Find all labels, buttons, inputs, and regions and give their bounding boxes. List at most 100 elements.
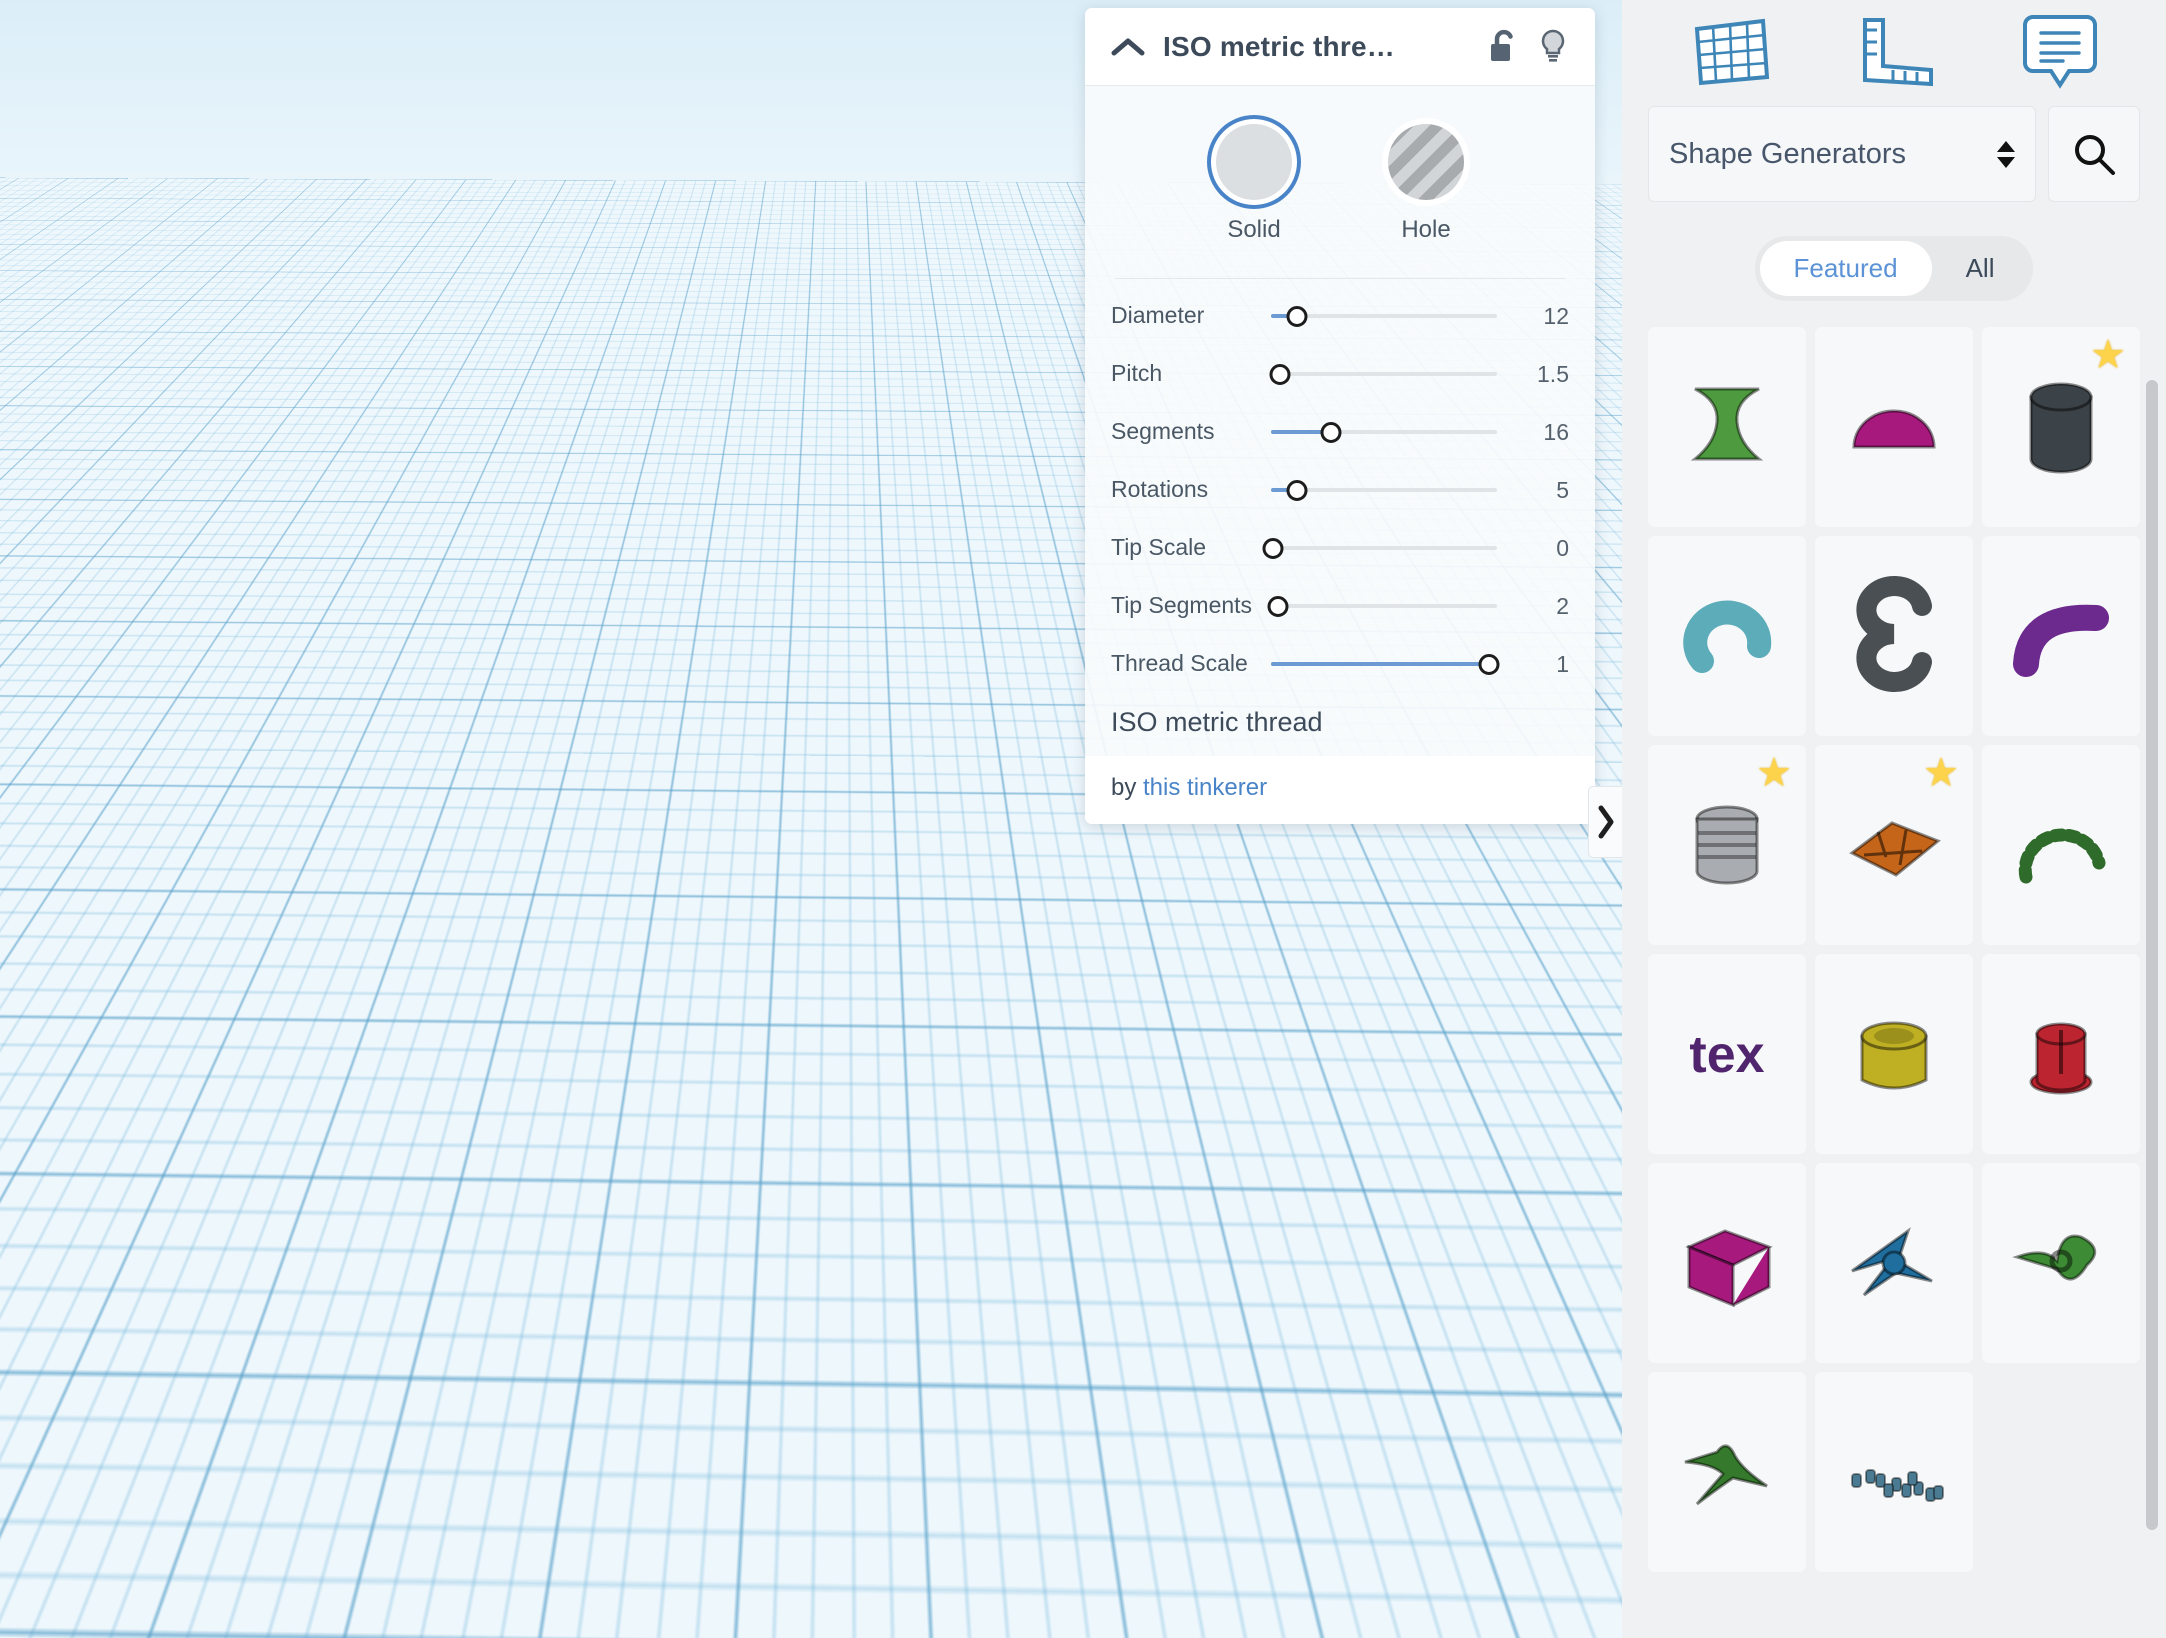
spiral-coil-shape[interactable] [1815, 536, 1973, 736]
solid-swatch [1216, 124, 1292, 200]
iso-metric-thread-model[interactable] [84, 288, 804, 968]
slider-track[interactable] [1271, 651, 1503, 677]
slider-knob[interactable] [1270, 364, 1291, 385]
dome-shape[interactable] [1815, 327, 1973, 527]
slider-list: Diameter12Pitch1.5Segments16Rotations5Ti… [1085, 287, 1595, 693]
featured-star-icon: ★ [1923, 753, 1959, 793]
propeller-3-shape[interactable] [1982, 1163, 2140, 1363]
sidebar-collapse-tab[interactable] [1588, 786, 1622, 858]
shape-properties-panel[interactable]: ISO metric thre… Solid [1085, 8, 1595, 824]
shape-generators-label: Shape Generators [1669, 138, 1997, 171]
open-box-shape[interactable] [1648, 1163, 1806, 1363]
snap-grid-value: 1.0 mm [1474, 1603, 1557, 1632]
workplane-icon[interactable] [1691, 15, 1771, 92]
height-cone-handle[interactable] [424, 296, 450, 324]
rotate-handle[interactable] [405, 228, 451, 262]
search-icon [2070, 130, 2118, 178]
shape-cell-empty [1982, 1372, 2140, 1572]
shape-tabs[interactable]: Featured All [1755, 236, 2034, 301]
shape-grid-scrollbar[interactable] [2146, 380, 2158, 1530]
slider-row-diameter[interactable]: Diameter12 [1085, 287, 1595, 345]
dotted-arc-shape[interactable] [1982, 745, 2140, 945]
thread-tier-1 [128, 818, 708, 948]
bbox-back-left-handle[interactable] [106, 752, 122, 768]
snap-grid-select[interactable]: 1.0 mm [1457, 1593, 1608, 1638]
featured-star-icon: ★ [2090, 335, 2126, 375]
slider-knob[interactable] [1267, 596, 1288, 617]
slider-row-thread-scale[interactable]: Thread Scale1 [1085, 635, 1595, 693]
snap-grid-label: Snap Grid [1330, 1603, 1443, 1632]
text-shape-thumbnail: tex [1667, 994, 1787, 1114]
tinkercad-editor: ISO metric thre… Solid [0, 0, 2166, 1638]
slider-knob[interactable] [1286, 306, 1307, 327]
cylinder-shape[interactable]: ★ [1982, 327, 2140, 527]
tab-featured[interactable]: Featured [1760, 241, 1932, 296]
slider-track[interactable] [1271, 361, 1503, 387]
scatter-blocks-shape[interactable] [1815, 1372, 1973, 1572]
slider-knob[interactable] [1263, 538, 1284, 559]
elbow-pipe-shape[interactable] [1982, 536, 2140, 736]
ruler-icon[interactable] [1857, 14, 1937, 93]
shape-generators-select[interactable]: Shape Generators [1648, 106, 2036, 202]
slider-knob[interactable] [1479, 654, 1500, 675]
chevron-up-icon[interactable] [1111, 36, 1145, 58]
slider-value: 12 [1503, 303, 1569, 330]
slider-row-pitch[interactable]: Pitch1.5 [1085, 345, 1595, 403]
thread-tier-2 [106, 698, 730, 830]
bbox-edge-mid-handle[interactable] [418, 1333, 434, 1349]
spiral-coil-shape-thumbnail [1834, 576, 1954, 696]
left-scale-handle[interactable] [146, 598, 165, 617]
shape-gallery-grid[interactable]: ★ ★ ★ tex [1622, 327, 2166, 1572]
torus-arc-shape[interactable] [1648, 536, 1806, 736]
torus-arc-shape-thumbnail [1667, 576, 1787, 696]
slider-row-segments[interactable]: Segments16 [1085, 403, 1595, 461]
slider-label: Rotations [1111, 477, 1271, 503]
snap-grid-control: Snap Grid 1.0 mm [1330, 1593, 1608, 1638]
solid-hole-toggle[interactable]: Solid Hole [1085, 112, 1595, 264]
connector-clip-shape[interactable] [1982, 954, 2140, 1154]
settings-button[interactable]: Settings [1425, 1536, 1603, 1582]
slider-track[interactable] [1271, 593, 1503, 619]
slider-track[interactable] [1271, 303, 1503, 329]
bbox-back-right-handle[interactable] [711, 770, 727, 786]
leaf-plant-shape[interactable] [1648, 1372, 1806, 1572]
threaded-screw-shape[interactable]: ★ [1648, 745, 1806, 945]
threaded-screw-shape-thumbnail [1667, 785, 1787, 905]
lightbulb-icon[interactable] [1537, 28, 1569, 66]
slider-track[interactable] [1271, 535, 1503, 561]
slider-row-tip-segments[interactable]: Tip Segments2 [1085, 577, 1595, 635]
right-scale-handle[interactable] [656, 598, 675, 617]
notes-icon[interactable] [2023, 11, 2097, 96]
open-box-shape-thumbnail [1667, 1203, 1787, 1323]
unlock-icon[interactable] [1487, 29, 1519, 65]
rounded-box-shape[interactable] [1815, 954, 1973, 1154]
cracked-tile-shape-thumbnail [1834, 785, 1954, 905]
bbox-corner-right-handle[interactable] [792, 1341, 811, 1360]
slider-label: Tip Segments [1111, 593, 1271, 619]
slider-row-tip-scale[interactable]: Tip Scale0 [1085, 519, 1595, 577]
slider-label: Thread Scale [1111, 651, 1271, 677]
slider-track[interactable] [1271, 419, 1503, 445]
mode-solid[interactable]: Solid [1216, 124, 1292, 244]
slider-track-bg [1271, 604, 1497, 608]
mode-hole[interactable]: Hole [1388, 124, 1464, 244]
slider-track[interactable] [1271, 477, 1503, 503]
mode-solid-label: Solid [1216, 216, 1292, 244]
search-button[interactable] [2048, 106, 2140, 202]
tab-all[interactable]: All [1932, 241, 2029, 296]
text-shape[interactable]: tex [1648, 954, 1806, 1154]
propeller-4-shape[interactable] [1815, 1163, 1973, 1363]
slider-knob[interactable] [1321, 422, 1342, 443]
right-sidebar: Shape Generators Featured All ★ ★ ★ tex [1622, 0, 2166, 1638]
center-move-handle[interactable] [402, 600, 418, 616]
slider-label: Segments [1111, 419, 1271, 445]
slider-knob[interactable] [1286, 480, 1307, 501]
bbox-corner-left-handle[interactable] [49, 1317, 68, 1336]
stepper-arrows-icon[interactable] [1997, 141, 2015, 168]
cracked-tile-shape[interactable]: ★ [1815, 745, 1973, 945]
byline-author-link[interactable]: this tinkerer [1143, 774, 1267, 801]
hyperboloid-shape[interactable] [1648, 327, 1806, 527]
slider-row-rotations[interactable]: Rotations5 [1085, 461, 1595, 519]
top-scale-handle[interactable] [427, 374, 446, 393]
svg-text:tex: tex [1689, 1026, 1764, 1084]
